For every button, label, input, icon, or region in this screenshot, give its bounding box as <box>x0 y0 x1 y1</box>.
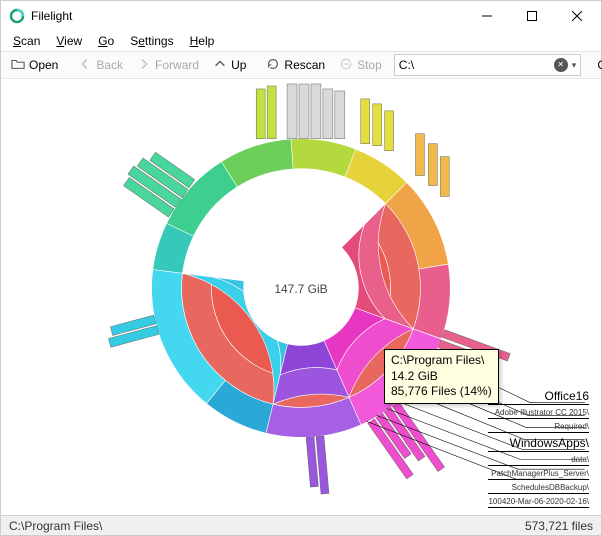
clear-icon[interactable] <box>554 58 568 72</box>
up-button[interactable]: Up <box>207 54 252 77</box>
callout-label: data\ <box>488 455 589 466</box>
rescan-button[interactable]: Rescan <box>260 54 331 77</box>
toolbar: Open Back Forward Up Rescan Stop ▾ Go <box>1 51 601 79</box>
menu-view[interactable]: View <box>48 32 90 50</box>
open-label: Open <box>29 58 58 72</box>
tooltip-size: 14.2 GiB <box>391 369 492 385</box>
close-button[interactable] <box>554 1 599 31</box>
refresh-icon <box>266 57 280 74</box>
callout-label: 100420-Mar-06-2020-02-16\ <box>488 497 589 508</box>
tooltip-files: 85,776 Files (14%) <box>391 384 492 400</box>
callout-label: Required\ <box>488 422 589 433</box>
callout-label: Office16 <box>488 389 589 405</box>
status-filecount: 573,721 files <box>525 519 593 533</box>
minimize-button[interactable] <box>464 1 509 31</box>
path-input[interactable] <box>399 58 554 72</box>
up-label: Up <box>231 58 246 72</box>
chevron-left-icon <box>78 57 92 74</box>
back-button[interactable]: Back <box>72 54 129 77</box>
chevron-right-icon <box>137 57 151 74</box>
rescan-label: Rescan <box>284 58 325 72</box>
stop-icon <box>339 57 353 74</box>
tooltip-path: C:\Program Files\ <box>391 353 492 369</box>
callout-label: WindowsApps\ <box>488 436 589 452</box>
folder-open-icon <box>11 57 25 74</box>
forward-button[interactable]: Forward <box>131 54 205 77</box>
app-icon <box>9 8 25 24</box>
menu-go[interactable]: Go <box>90 32 122 50</box>
stop-button[interactable]: Stop <box>333 54 388 77</box>
callout-label: SchedulesDBBackup\ <box>488 483 589 494</box>
menubar: Scan View Go Settings Help <box>1 31 601 51</box>
chevron-up-icon <box>213 57 227 74</box>
titlebar: Filelight <box>1 1 601 31</box>
radial-map[interactable]: 147.7 GiB C:\Program Files\ 14.2 GiB 85,… <box>1 79 601 515</box>
callout-labels: Office16 Adobe Illustrator CC 2015\ Requ… <box>488 389 589 511</box>
menu-scan[interactable]: Scan <box>5 32 48 50</box>
go-button[interactable]: Go <box>587 55 602 75</box>
statusbar: C:\Program Files\ 573,721 files <box>1 515 601 535</box>
maximize-button[interactable] <box>509 1 554 31</box>
menu-help[interactable]: Help <box>182 32 223 50</box>
center-size-label: 147.7 GiB <box>274 282 327 296</box>
go-label: Go <box>597 58 602 72</box>
callout-label: Adobe Illustrator CC 2015\ <box>488 408 589 419</box>
callout-label: PatchManagerPlus_Server\ <box>488 469 589 480</box>
window-title: Filelight <box>31 9 464 23</box>
menu-settings[interactable]: Settings <box>122 32 181 50</box>
path-combobox[interactable]: ▾ <box>394 54 582 76</box>
chevron-down-icon[interactable]: ▾ <box>572 60 577 71</box>
open-button[interactable]: Open <box>5 54 64 77</box>
forward-label: Forward <box>155 58 199 72</box>
back-label: Back <box>96 58 123 72</box>
segment-tooltip: C:\Program Files\ 14.2 GiB 85,776 Files … <box>384 349 499 404</box>
status-path: C:\Program Files\ <box>9 519 102 533</box>
stop-label: Stop <box>357 58 382 72</box>
